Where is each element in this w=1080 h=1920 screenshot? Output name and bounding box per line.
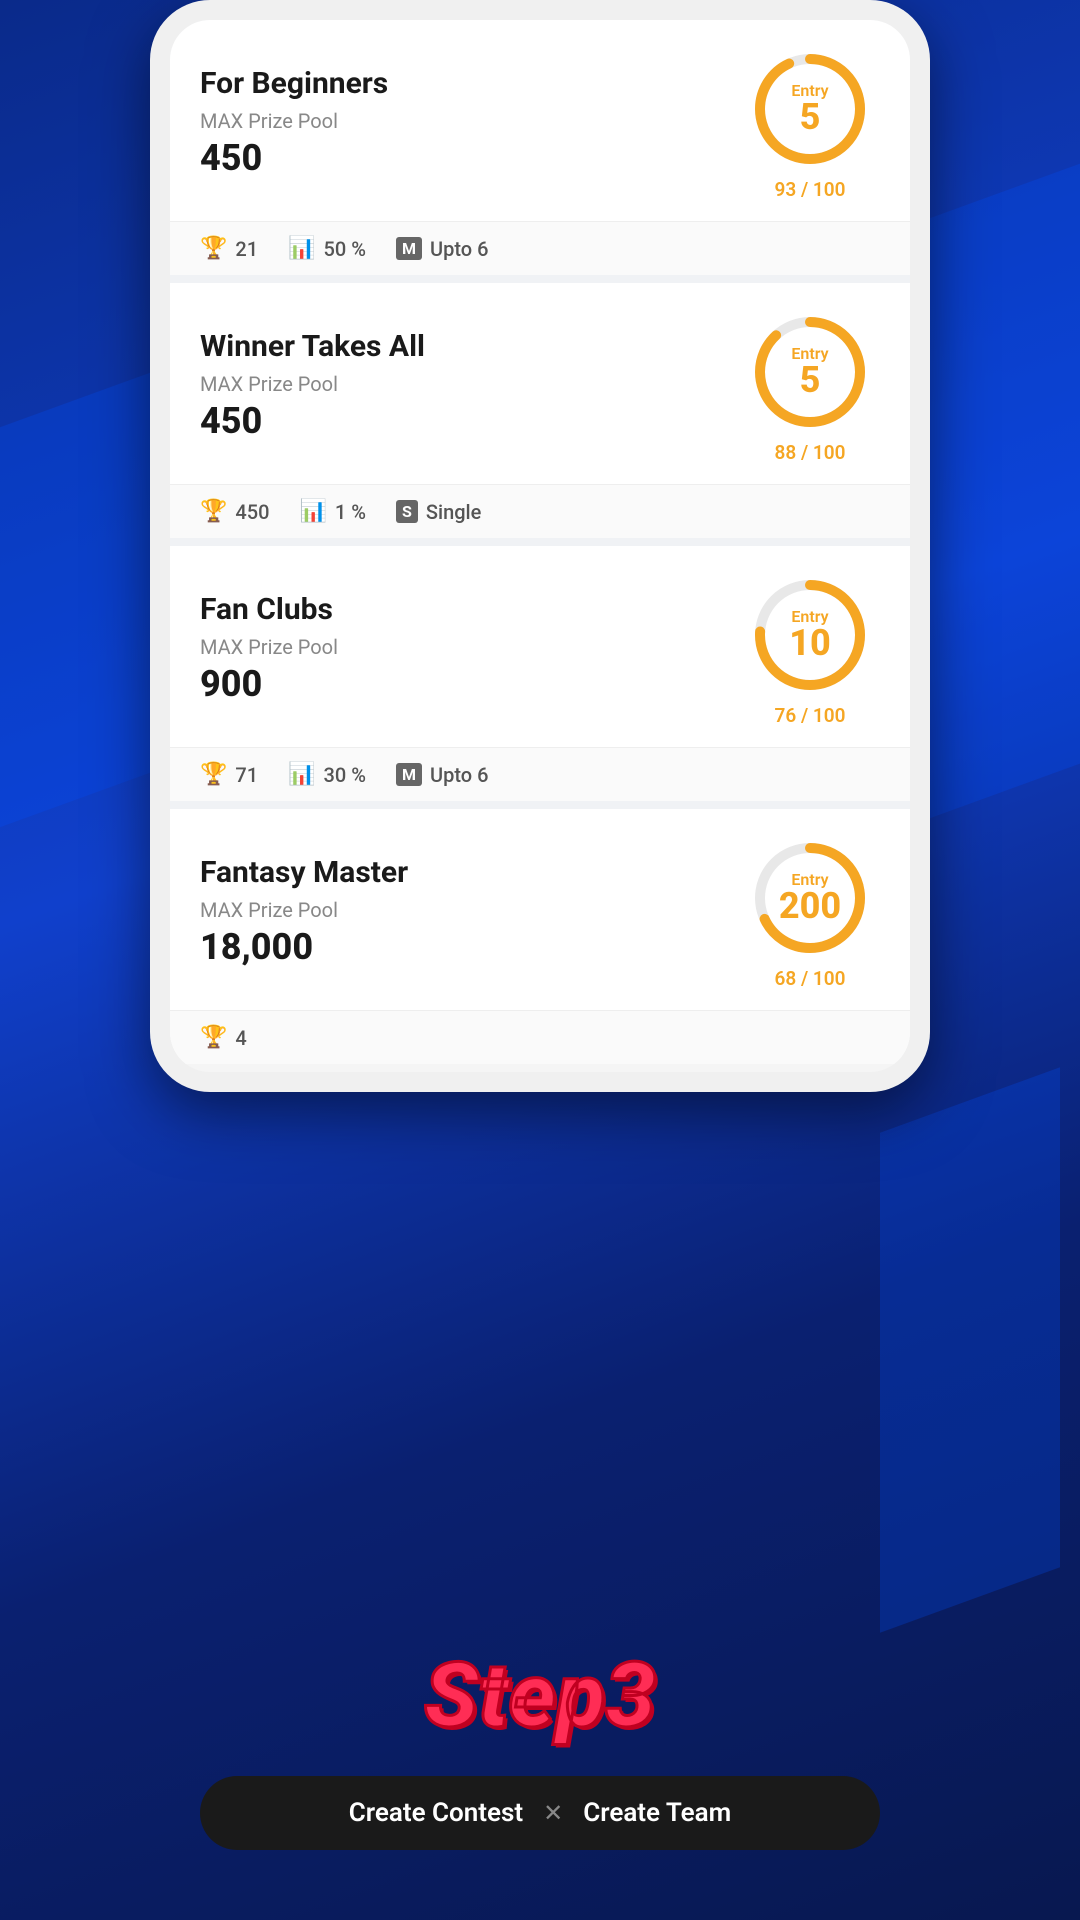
single-icon: S (396, 500, 418, 523)
stat-item-0: 🏆 21 (200, 236, 258, 261)
contest-card-fantasy-master[interactable]: Fantasy Master MAX Prize Pool 18,000 Ent… (170, 809, 910, 1064)
entry-circle-container-fan-clubs[interactable]: Entry 10 76 / 100 (740, 570, 880, 727)
phone-mockup: For Beginners MAX Prize Pool 450 Entry 5… (150, 0, 930, 1092)
entry-slots-fantasy-master: 68 / 100 (775, 967, 846, 990)
entry-circle-winner-takes-all: Entry 5 (745, 307, 875, 437)
entry-inner-fantasy-master: Entry 200 (779, 872, 841, 924)
entry-slots-for-beginners: 93 / 100 (775, 178, 846, 201)
stat-value-0: 21 (235, 237, 258, 261)
entry-inner-winner-takes-all: Entry 5 (791, 346, 828, 398)
pool-label-for-beginners: MAX Prize Pool (200, 109, 740, 133)
stat-item-1: 📊 30 % (288, 762, 366, 787)
contest-title-fan-clubs: Fan Clubs (200, 592, 740, 627)
pool-label-fan-clubs: MAX Prize Pool (200, 635, 740, 659)
stat-value-0: 4 (235, 1026, 246, 1050)
contest-card-for-beginners[interactable]: For Beginners MAX Prize Pool 450 Entry 5… (170, 20, 910, 275)
contest-main-fantasy-master: Fantasy Master MAX Prize Pool 18,000 Ent… (170, 809, 910, 1010)
chart-icon: 📊 (300, 499, 327, 524)
contest-card-fan-clubs[interactable]: Fan Clubs MAX Prize Pool 900 Entry 10 76… (170, 546, 910, 801)
contest-stats-winner-takes-all: 🏆 450 📊 1 % S Single (170, 484, 910, 538)
contest-info-fantasy-master: Fantasy Master MAX Prize Pool 18,000 (200, 855, 740, 968)
entry-value-fan-clubs: 10 (789, 625, 831, 661)
contest-info-winner-takes-all: Winner Takes All MAX Prize Pool 450 (200, 329, 740, 442)
stat-item-0: 🏆 450 (200, 499, 270, 524)
entry-circle-container-winner-takes-all[interactable]: Entry 5 88 / 100 (740, 307, 880, 464)
pool-value-fantasy-master: 18,000 (200, 926, 740, 968)
contest-title-fantasy-master: Fantasy Master (200, 855, 740, 890)
contest-main-for-beginners: For Beginners MAX Prize Pool 450 Entry 5… (170, 20, 910, 221)
entry-value-fantasy-master: 200 (779, 888, 841, 924)
stat-item-0: 🏆 4 (200, 1025, 247, 1050)
bar-divider: ✕ (543, 1799, 563, 1827)
stat-item-1: 📊 1 % (300, 499, 366, 524)
entry-slots-fan-clubs: 76 / 100 (775, 704, 846, 727)
contest-stats-for-beginners: 🏆 21 📊 50 % M Upto 6 (170, 221, 910, 275)
pool-label-winner-takes-all: MAX Prize Pool (200, 372, 740, 396)
pool-label-fantasy-master: MAX Prize Pool (200, 898, 740, 922)
bg-decoration-2 (0, 373, 150, 828)
contests-list: For Beginners MAX Prize Pool 450 Entry 5… (170, 20, 910, 1064)
phone-screen: For Beginners MAX Prize Pool 450 Entry 5… (170, 20, 910, 1072)
entry-inner-fan-clubs: Entry 10 (789, 609, 831, 661)
entry-circle-fan-clubs: Entry 10 (745, 570, 875, 700)
pool-value-fan-clubs: 900 (200, 663, 740, 705)
trophy-icon: 🏆 (200, 236, 227, 261)
contest-info-fan-clubs: Fan Clubs MAX Prize Pool 900 (200, 592, 740, 705)
entry-circle-container-fantasy-master[interactable]: Entry 200 68 / 100 (740, 833, 880, 990)
step-section: Step3 Choose the match you like to join (0, 1583, 1080, 1920)
contest-card-winner-takes-all[interactable]: Winner Takes All MAX Prize Pool 450 Entr… (170, 283, 910, 538)
pool-value-winner-takes-all: 450 (200, 400, 740, 442)
multi-icon: M (396, 763, 422, 786)
chart-icon: 📊 (288, 762, 315, 787)
contest-stats-fan-clubs: 🏆 71 📊 30 % M Upto 6 (170, 747, 910, 801)
contest-info-for-beginners: For Beginners MAX Prize Pool 450 (200, 66, 740, 179)
bg-decoration-3 (880, 1067, 1060, 1633)
multi-icon: M (396, 237, 422, 260)
entry-circle-fantasy-master: Entry 200 (745, 833, 875, 963)
chart-icon: 📊 (288, 236, 315, 261)
stat-value-2: Single (426, 500, 482, 524)
trophy-icon: 🏆 (200, 499, 227, 524)
bottom-action-bar: Create Contest ✕ Create Team (200, 1776, 880, 1850)
pool-value-for-beginners: 450 (200, 137, 740, 179)
create-contest-button[interactable]: Create Contest (349, 1798, 523, 1828)
stat-value-2: Upto 6 (430, 237, 488, 261)
contest-main-winner-takes-all: Winner Takes All MAX Prize Pool 450 Entr… (170, 283, 910, 484)
trophy-icon: 🏆 (200, 762, 227, 787)
contest-title-for-beginners: For Beginners (200, 66, 740, 101)
stat-item-0: 🏆 71 (200, 762, 258, 787)
step-title: Step3 (40, 1643, 1040, 1748)
stat-item-2: M Upto 6 (396, 237, 488, 261)
stat-value-1: 1 % (335, 500, 366, 524)
entry-value-winner-takes-all: 5 (791, 362, 828, 398)
entry-value-for-beginners: 5 (791, 99, 828, 135)
contest-title-winner-takes-all: Winner Takes All (200, 329, 740, 364)
stat-value-1: 30 % (324, 763, 366, 787)
stat-value-1: 50 % (324, 237, 366, 261)
entry-circle-for-beginners: Entry 5 (745, 44, 875, 174)
stat-item-1: 📊 50 % (288, 236, 366, 261)
contest-stats-fantasy-master: 🏆 4 (170, 1010, 910, 1064)
stat-value-2: Upto 6 (430, 763, 488, 787)
contest-main-fan-clubs: Fan Clubs MAX Prize Pool 900 Entry 10 76… (170, 546, 910, 747)
stat-value-0: 71 (235, 763, 258, 787)
stat-value-0: 450 (235, 500, 269, 524)
create-team-button[interactable]: Create Team (583, 1798, 731, 1828)
entry-circle-container-for-beginners[interactable]: Entry 5 93 / 100 (740, 44, 880, 201)
stat-item-2: M Upto 6 (396, 763, 488, 787)
trophy-icon: 🏆 (200, 1025, 227, 1050)
stat-item-2: S Single (396, 500, 481, 524)
entry-inner-for-beginners: Entry 5 (791, 83, 828, 135)
entry-slots-winner-takes-all: 88 / 100 (775, 441, 846, 464)
